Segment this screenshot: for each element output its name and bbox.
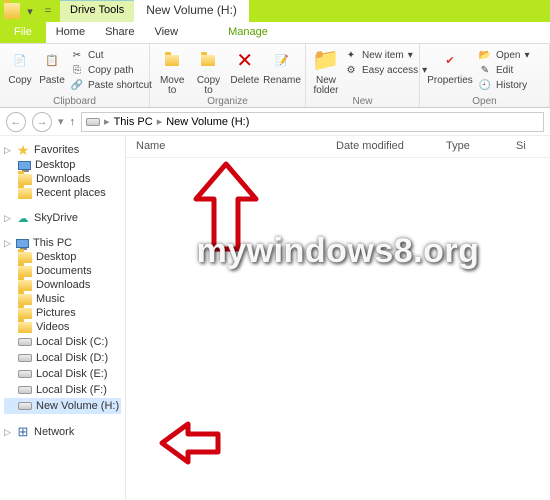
group-label: Open [420, 96, 549, 107]
ribbon: 📄Copy 📋Paste ✂Cut ⎘Copy path 🔗Paste shor… [0, 44, 550, 108]
sidebar-item-desktop[interactable]: Desktop [4, 250, 121, 264]
sidebar-item-videos[interactable]: Videos [4, 320, 121, 334]
sidebar-item-downloads[interactable]: Downloads [4, 278, 121, 292]
contextual-tab-drive-tools[interactable]: Drive Tools [60, 0, 134, 22]
tab-share[interactable]: Share [95, 22, 144, 43]
col-name: Name [126, 136, 326, 157]
breadcrumb[interactable]: ▸ This PC ▸ New Volume (H:) [81, 112, 544, 132]
col-size: Si [506, 136, 536, 157]
sidebar-item-documents[interactable]: Documents [4, 264, 121, 278]
sidebar-item-drive-c[interactable]: Local Disk (C:) [4, 334, 121, 350]
up-button[interactable]: ↑ [70, 116, 76, 128]
sidebar-item-music[interactable]: Music [4, 292, 121, 306]
qat-btn[interactable]: ▾ [22, 3, 38, 19]
col-type: Type [436, 136, 506, 157]
ribbon-tab-strip: File Home Share View Manage [0, 22, 550, 44]
tab-view[interactable]: View [144, 22, 188, 43]
edit-button[interactable]: ✎Edit [478, 63, 530, 77]
sidebar-item-downloads[interactable]: Downloads [4, 172, 121, 186]
sidebar-group-network[interactable]: ▷⊞Network [4, 424, 121, 440]
drive-icon [86, 115, 100, 129]
tab-file[interactable]: File [0, 22, 46, 43]
paste-shortcut-button[interactable]: 🔗Paste shortcut [70, 78, 152, 92]
back-button[interactable]: ← [6, 112, 26, 132]
window-title: New Volume (H:) [134, 0, 249, 22]
group-label: Organize [150, 96, 305, 107]
folder-icon [4, 3, 20, 19]
navigation-pane: ▷★Favorites Desktop Downloads Recent pla… [0, 136, 126, 500]
sidebar-item-desktop[interactable]: Desktop [4, 158, 121, 172]
sidebar-item-drive-f[interactable]: Local Disk (F:) [4, 382, 121, 398]
annotation-arrow-left [156, 418, 226, 471]
watermark: mywindows8.org [126, 232, 550, 271]
sidebar-item-drive-e[interactable]: Local Disk (E:) [4, 366, 121, 382]
group-label: New [306, 96, 419, 107]
breadcrumb-item[interactable]: This PC [114, 116, 153, 128]
col-date: Date modified [326, 136, 436, 157]
sidebar-item-pictures[interactable]: Pictures [4, 306, 121, 320]
open-button[interactable]: 📂Open ▾ [478, 48, 530, 62]
sidebar-group-thispc[interactable]: ▷This PC [4, 236, 121, 250]
sidebar-item-recent[interactable]: Recent places [4, 186, 121, 200]
sidebar-group-skydrive[interactable]: ▷☁SkyDrive [4, 210, 121, 226]
new-item-button[interactable]: ✦New item ▾ [344, 48, 427, 62]
sidebar-item-drive-h[interactable]: New Volume (H:) [4, 398, 121, 414]
forward-button[interactable]: → [32, 112, 52, 132]
breadcrumb-item[interactable]: New Volume (H:) [166, 116, 249, 128]
sidebar-item-drive-d[interactable]: Local Disk (D:) [4, 350, 121, 366]
file-list[interactable]: Name Date modified Type Si mywindows8.or… [126, 136, 550, 500]
recent-dropdown[interactable]: ▾ [58, 115, 64, 128]
cut-button[interactable]: ✂Cut [70, 48, 152, 62]
qat-btn[interactable]: = [40, 3, 56, 19]
easy-access-button[interactable]: ⚙Easy access ▾ [344, 63, 427, 77]
group-label: Clipboard [0, 96, 149, 107]
tab-manage[interactable]: Manage [218, 22, 278, 43]
sidebar-group-favorites[interactable]: ▷★Favorites [4, 142, 121, 158]
column-headers[interactable]: Name Date modified Type Si [126, 136, 550, 158]
history-button[interactable]: 🕘History [478, 78, 530, 92]
copy-path-button[interactable]: ⎘Copy path [70, 63, 152, 77]
title-bar: ▾ = Drive Tools New Volume (H:) [0, 0, 550, 22]
address-bar: ← → ▾ ↑ ▸ This PC ▸ New Volume (H:) [0, 108, 550, 136]
tab-home[interactable]: Home [46, 22, 95, 43]
